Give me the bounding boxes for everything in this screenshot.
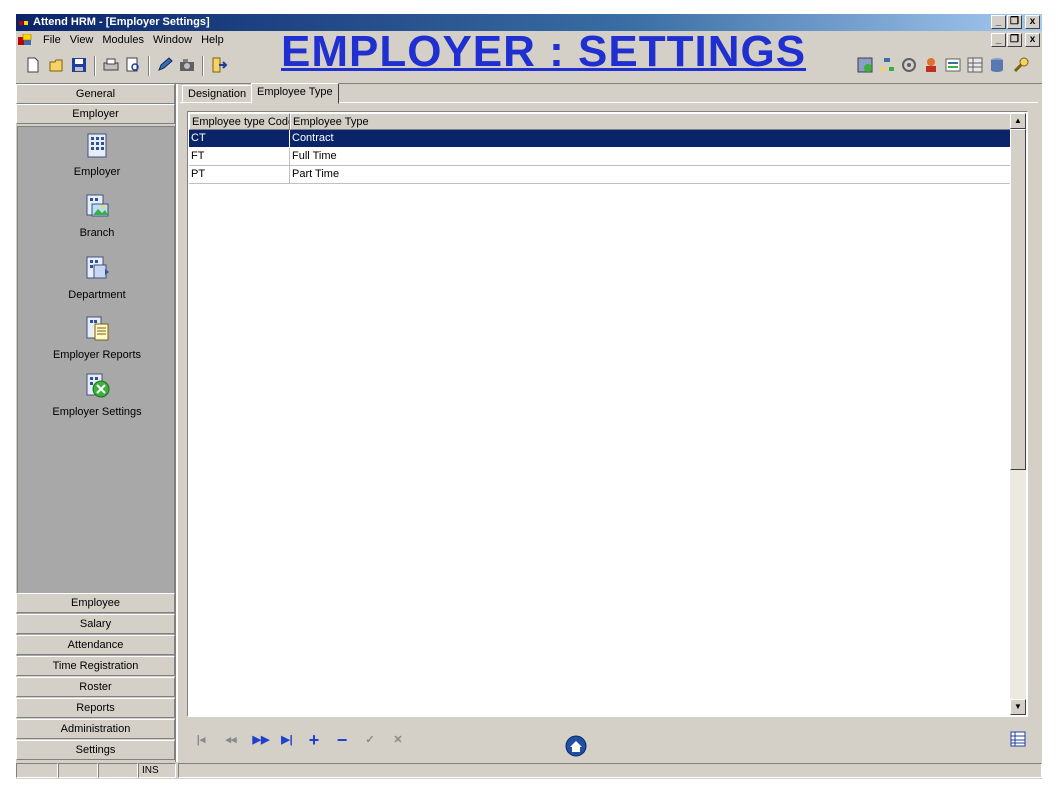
home-icon[interactable] [565,735,587,757]
sidebar-item-label: Branch [79,227,115,239]
sidebar-section-employer[interactable]: Employer [16,104,175,124]
cell-code[interactable]: PT [189,166,290,184]
sidebar-item-employer-settings[interactable]: Employer Settings [18,371,176,418]
post-record-button[interactable]: ✓ [361,732,379,748]
sidebar-section-employee[interactable]: Employee [16,593,175,613]
open-icon[interactable] [48,56,66,74]
menu-view[interactable]: View [67,34,100,46]
scroll-thumb[interactable] [1010,129,1026,470]
app-icon [19,18,29,27]
employer-settings-icon [86,373,110,398]
sidebar: General Employer Employer Branch Departm… [16,84,176,762]
cell-code[interactable]: FT [189,148,290,166]
cell-type[interactable]: Full Time [290,148,1013,166]
employer-icon[interactable] [856,56,874,74]
sidebar-item-label: Employer [73,166,121,178]
cancel-record-button[interactable]: ✕ [389,732,407,748]
sidebar-item-label: Employer Settings [52,406,142,418]
status-panel [58,763,98,778]
last-record-button[interactable]: ▶| [278,732,296,748]
department-icon [86,256,109,279]
insert-record-button[interactable]: + [305,731,323,749]
sidebar-item-label: Employer Reports [52,349,142,361]
sidebar-item-employer-reports[interactable]: Employer Reports [18,314,176,361]
scroll-down-arrow-icon[interactable]: ▼ [1010,699,1026,715]
minimize-button[interactable]: _ [991,15,1006,29]
employee-icon[interactable] [922,56,940,74]
insert-mode-indicator: INS [138,763,176,778]
delete-record-button[interactable]: − [333,731,351,749]
sidebar-section-time-registration[interactable]: Time Registration [16,656,175,676]
sidebar-section-attendance[interactable]: Attendance [16,635,175,655]
sidebar-section-roster[interactable]: Roster [16,677,175,697]
restore-button[interactable]: ❐ [1007,15,1022,29]
employer-items-panel: Employer Branch Department Employer Repo… [17,126,175,673]
database-icon[interactable] [988,56,1006,74]
vertical-scrollbar[interactable]: ▲ ▼ [1010,113,1026,715]
sidebar-item-label: Department [68,289,126,301]
camera-icon[interactable] [178,56,196,74]
page-heading: EMPLOYER : SETTINGS [281,27,807,76]
tools-icon[interactable] [1012,56,1030,74]
exit-icon[interactable] [210,56,228,74]
grid-customize-icon[interactable] [1010,731,1026,747]
print-preview-icon[interactable] [124,56,142,74]
branch-icon [86,194,109,217]
sidebar-section-reports[interactable]: Reports [16,698,175,718]
table-row[interactable]: FT Full Time [189,148,1013,166]
sidebar-item-employer[interactable]: Employer [18,131,176,178]
menu-file[interactable]: File [40,34,67,46]
sidebar-section-administration[interactable]: Administration [16,719,175,739]
next-record-button[interactable]: ▶▶ [252,732,270,748]
status-panel [98,763,138,778]
status-bar: INS [16,762,1042,779]
cell-code[interactable]: CT [189,130,290,148]
cell-type[interactable]: Contract [290,130,1013,148]
column-header-type[interactable]: Employee Type [290,113,1013,130]
table-row[interactable]: PT Part Time [189,166,1013,184]
scroll-up-arrow-icon[interactable]: ▲ [1010,113,1026,129]
attendance-icon[interactable] [944,56,962,74]
sidebar-section-salary[interactable]: Salary [16,614,175,634]
column-header-code[interactable]: Employee type Code [189,113,290,130]
status-panel [16,763,58,778]
first-record-button[interactable]: |◂ [192,732,210,748]
sidebar-item-branch[interactable]: Branch [18,192,176,239]
menu-help[interactable]: Help [198,34,230,46]
settings-icon[interactable] [900,56,918,74]
print-icon[interactable] [102,56,120,74]
employer-reports-icon [86,316,109,341]
sidebar-item-department[interactable]: Department [18,254,176,301]
sidebar-section-settings[interactable]: Settings [16,740,175,760]
roster-icon[interactable] [966,56,984,74]
employee-type-grid[interactable]: Employee type Code Employee Type CT Contr… [187,111,1028,717]
window-title: Attend HRM - [Employer Settings] [33,16,210,28]
main-content: Designation Employee Type Employee type … [178,83,1042,762]
building-icon [87,133,107,158]
new-icon[interactable] [24,56,42,74]
child-close-button[interactable]: x [1025,33,1040,47]
prior-record-button[interactable]: ◂◂ [222,732,240,748]
save-icon[interactable] [70,56,88,74]
tab-employee-type[interactable]: Employee Type [251,83,339,104]
sidebar-section-general[interactable]: General [16,84,175,104]
menu-modules[interactable]: Modules [99,34,150,46]
document-window-icon[interactable] [18,34,32,46]
status-message [178,763,1042,778]
edit-icon[interactable] [156,56,174,74]
grid-header: Employee type Code Employee Type [189,113,1013,130]
child-restore-button[interactable]: ❐ [1007,33,1022,47]
close-button[interactable]: x [1025,15,1040,29]
org-chart-icon[interactable] [878,56,896,74]
cell-type[interactable]: Part Time [290,166,1013,184]
table-row[interactable]: CT Contract [189,130,1013,148]
child-minimize-button[interactable]: _ [991,33,1006,47]
menu-window[interactable]: Window [150,34,198,46]
